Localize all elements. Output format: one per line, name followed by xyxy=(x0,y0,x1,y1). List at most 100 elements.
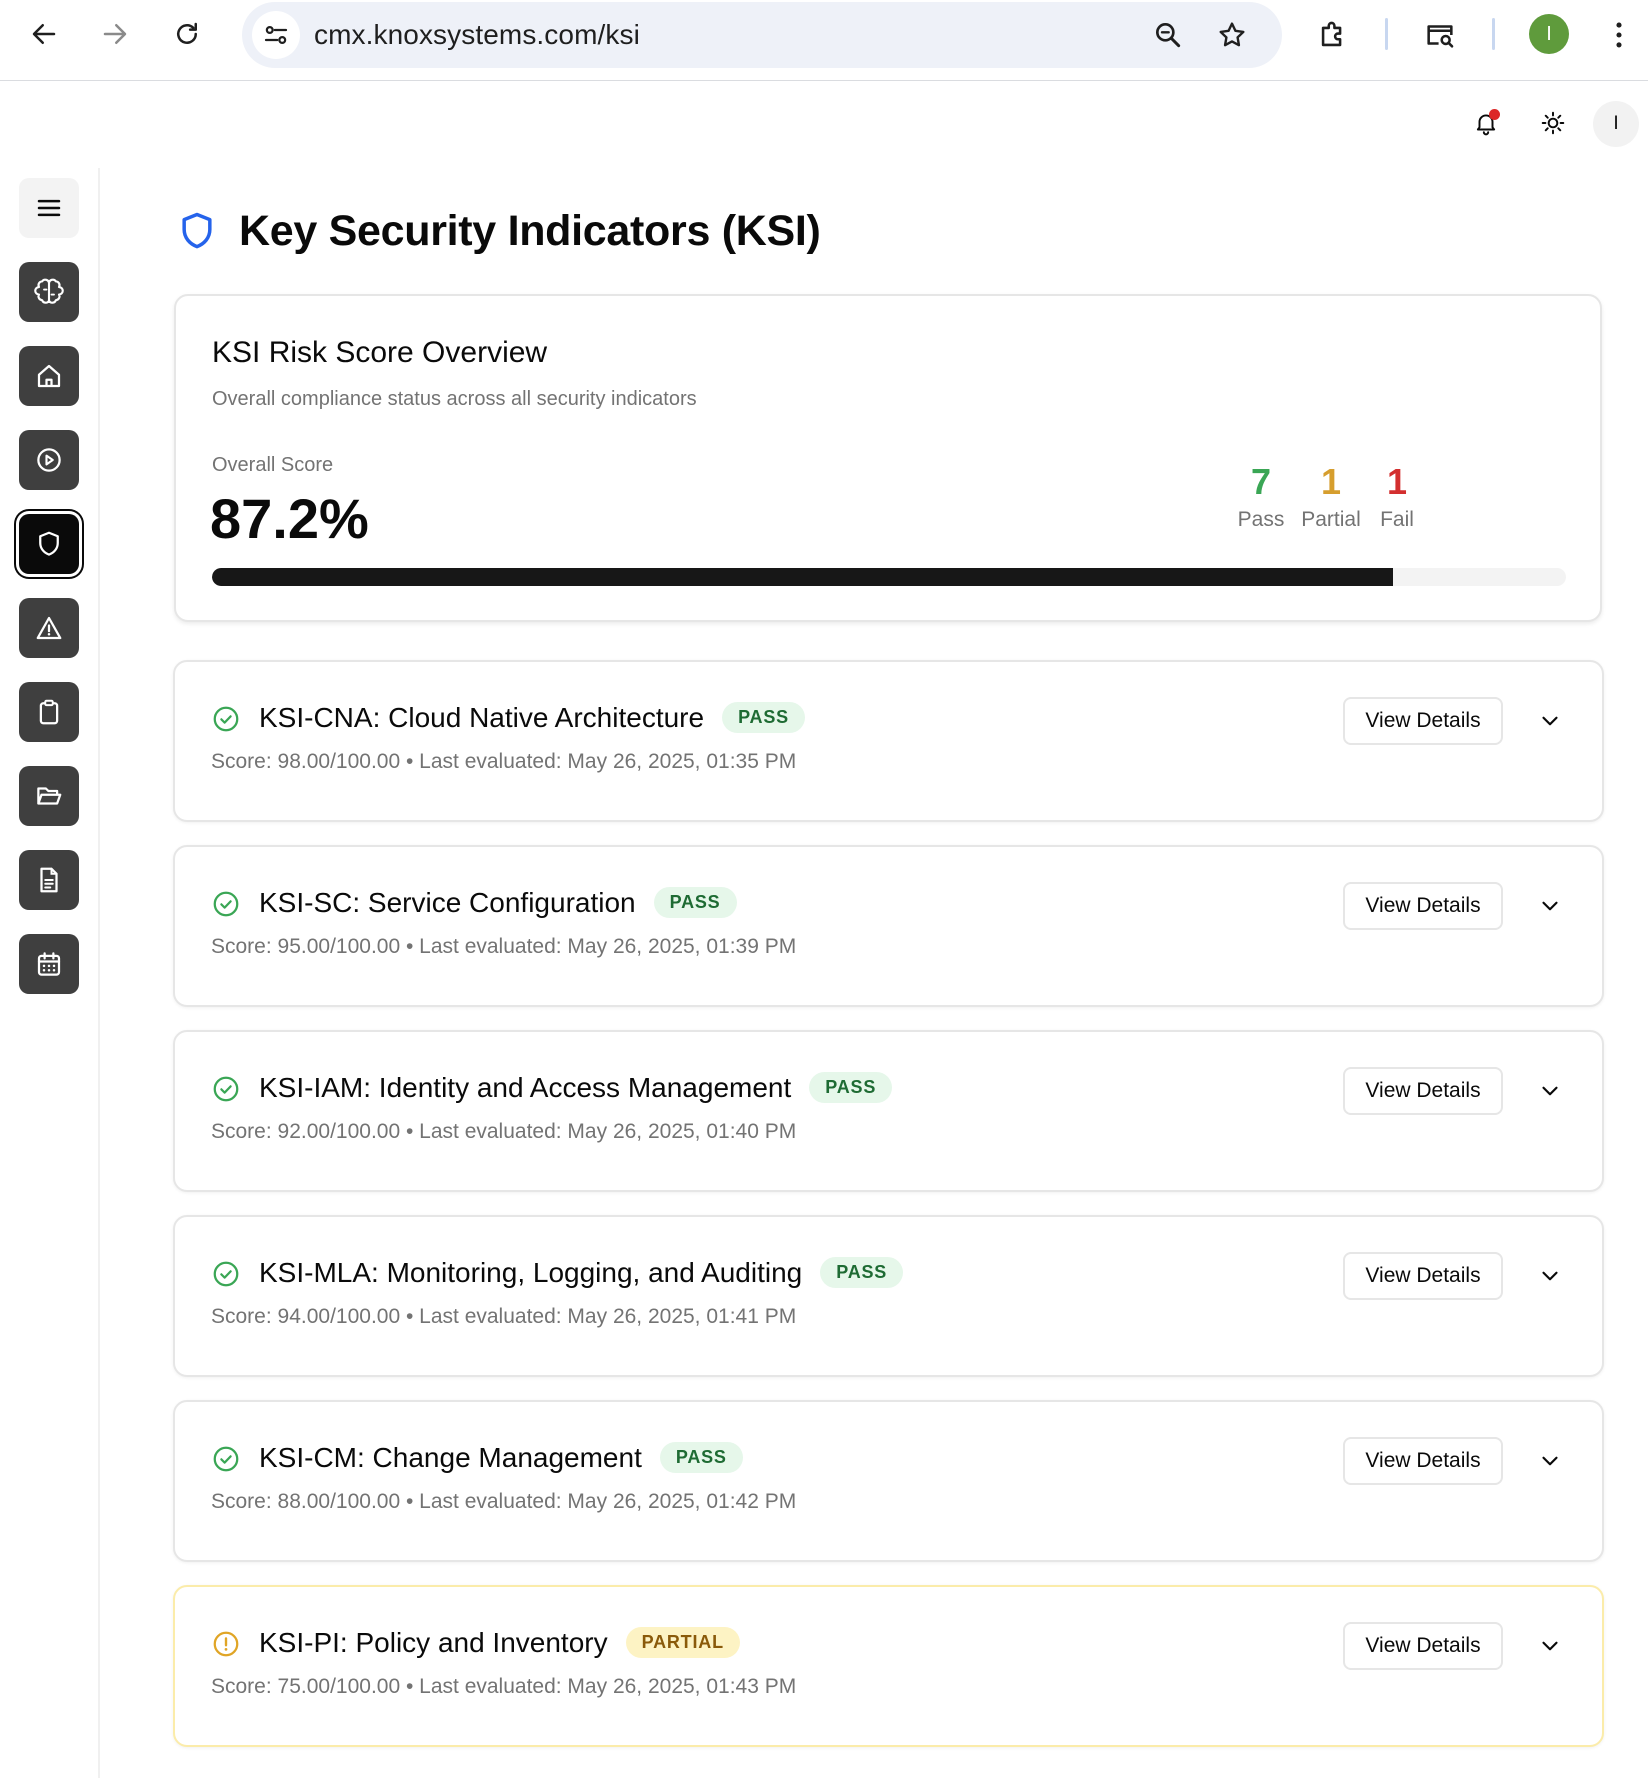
sidebar-item-files[interactable] xyxy=(19,766,79,826)
puzzle-icon xyxy=(1321,21,1342,47)
view-details-button[interactable]: View Details xyxy=(1343,697,1503,745)
status-badge: PASS xyxy=(659,1442,743,1473)
alert-triangle-icon xyxy=(36,616,62,640)
browser-menu-button[interactable] xyxy=(1597,13,1641,57)
ksi-meta: Score: 95.00/100.00 • Last evaluated: Ma… xyxy=(211,935,797,958)
ksi-meta: Score: 98.00/100.00 • Last evaluated: Ma… xyxy=(211,750,797,773)
chevron-down-icon[interactable] xyxy=(1537,708,1563,734)
sidebar-item-ai[interactable] xyxy=(19,262,79,322)
sidebar-item-alerts[interactable] xyxy=(19,598,79,658)
alert-circle-icon xyxy=(213,1631,239,1657)
overview-subtitle: Overall compliance status across all sec… xyxy=(212,388,697,410)
ksi-card[interactable]: KSI-IAM: Identity and Access Management P… xyxy=(173,1030,1604,1192)
status-badge: PASS xyxy=(809,1072,893,1103)
ksi-title: KSI-PI: Policy and Inventory xyxy=(259,1627,608,1658)
ksi-title-row: KSI-CNA: Cloud Native Architecture PASS xyxy=(259,702,805,734)
fail-stat: 1 Fail xyxy=(1372,462,1422,532)
toolbar-separator xyxy=(1492,18,1495,50)
ksi-card[interactable]: KSI-CM: Change Management PASS Score: 88.0… xyxy=(173,1400,1604,1562)
ksi-meta: Score: 75.00/100.00 • Last evaluated: Ma… xyxy=(211,1675,797,1698)
chevron-down-icon[interactable] xyxy=(1537,893,1563,919)
sidebar-menu-toggle[interactable] xyxy=(19,178,79,238)
tune-icon xyxy=(264,25,288,44)
check-circle-icon xyxy=(213,1446,239,1472)
fail-label: Fail xyxy=(1380,508,1414,531)
chevron-down-icon[interactable] xyxy=(1537,1448,1563,1474)
notification-dot xyxy=(1489,109,1500,120)
status-badge: PARTIAL xyxy=(625,1627,740,1658)
ksi-title-row: KSI-MLA: Monitoring, Logging, and Auditi… xyxy=(259,1257,904,1289)
zoom-icon xyxy=(1156,22,1181,48)
shield-icon xyxy=(182,212,212,249)
arrow-left-icon xyxy=(32,24,56,44)
ksi-meta: Score: 88.00/100.00 • Last evaluated: Ma… xyxy=(211,1490,797,1513)
back-button[interactable] xyxy=(20,10,68,58)
zoom-button[interactable] xyxy=(1148,15,1188,55)
sidebar-item-home[interactable] xyxy=(19,346,79,406)
partial-count: 1 xyxy=(1320,461,1342,502)
pass-stat: 7 Pass xyxy=(1236,462,1286,532)
pass-count: 7 xyxy=(1250,461,1272,502)
status-badge: PASS xyxy=(722,702,805,733)
check-circle-icon xyxy=(213,1076,239,1102)
check-circle-icon xyxy=(213,1261,239,1287)
ksi-meta: Score: 94.00/100.00 • Last evaluated: Ma… xyxy=(211,1305,797,1328)
forward-button[interactable] xyxy=(91,10,139,58)
ksi-title: KSI-CM: Change Management xyxy=(259,1442,642,1473)
extensions-button[interactable] xyxy=(1311,13,1355,57)
url-text[interactable]: cmx.knoxsystems.com/ksi xyxy=(314,19,640,51)
ksi-card[interactable]: KSI-SC: Service Configuration PASS Score: … xyxy=(173,845,1604,1007)
ksi-title-row: KSI-PI: Policy and Inventory PARTIAL xyxy=(259,1627,740,1659)
arrow-right-icon xyxy=(103,24,127,44)
pass-label: Pass xyxy=(1237,508,1285,531)
status-badge: PASS xyxy=(820,1257,904,1288)
overall-score-value: 87.2% xyxy=(210,487,369,550)
brain-icon xyxy=(34,278,64,304)
profile-avatar[interactable]: I xyxy=(1529,14,1569,54)
ksi-title-row: KSI-SC: Service Configuration PASS xyxy=(259,887,737,919)
view-details-button[interactable]: View Details xyxy=(1343,1622,1503,1670)
check-circle-icon xyxy=(213,706,239,732)
overview-title: KSI Risk Score Overview xyxy=(212,336,548,369)
user-avatar[interactable]: I xyxy=(1593,101,1639,147)
view-details-button[interactable]: View Details xyxy=(1343,1067,1503,1115)
sun-icon xyxy=(1541,111,1565,135)
home-icon xyxy=(37,364,61,388)
chevron-down-icon[interactable] xyxy=(1537,1263,1563,1289)
sidebar-item-calendar[interactable] xyxy=(19,934,79,994)
page-header: Key Security Indicators (KSI) xyxy=(175,203,821,259)
reload-button[interactable] xyxy=(163,10,211,58)
notifications-button[interactable] xyxy=(1462,99,1510,147)
sidebar-item-ksi[interactable] xyxy=(19,514,79,574)
fail-count: 1 xyxy=(1386,461,1408,502)
ksi-title: KSI-MLA: Monitoring, Logging, and Auditi… xyxy=(259,1257,803,1288)
chevron-down-icon[interactable] xyxy=(1537,1078,1563,1104)
sidebar-item-reports[interactable] xyxy=(19,850,79,910)
shield-icon xyxy=(39,531,59,556)
ksi-card[interactable]: KSI-PI: Policy and Inventory PARTIAL Score… xyxy=(173,1585,1604,1747)
chevron-down-icon[interactable] xyxy=(1537,1633,1563,1659)
address-bar[interactable]: cmx.knoxsystems.com/ksi xyxy=(242,2,1282,68)
partial-stat: 1 Partial xyxy=(1294,462,1368,532)
calendar-icon xyxy=(37,952,61,976)
ksi-card[interactable]: KSI-CNA: Cloud Native Architecture PASS Sc… xyxy=(173,660,1604,822)
sidebar xyxy=(0,168,100,1778)
bookmark-button[interactable] xyxy=(1212,15,1252,55)
sidebar-item-play[interactable] xyxy=(19,430,79,490)
view-details-button[interactable]: View Details xyxy=(1343,1437,1503,1485)
ksi-title: KSI-SC: Service Configuration xyxy=(259,887,636,918)
overall-score-progress-fill xyxy=(212,568,1393,586)
view-details-button[interactable]: View Details xyxy=(1343,882,1503,930)
view-details-button[interactable]: View Details xyxy=(1343,1252,1503,1300)
overall-score-progress xyxy=(212,568,1566,586)
site-info-button[interactable] xyxy=(252,11,300,59)
ksi-title: KSI-CNA: Cloud Native Architecture xyxy=(259,702,705,733)
app-header xyxy=(0,82,1648,168)
browser-toolbar: cmx.knoxsystems.com/ksi I xyxy=(0,0,1648,81)
sidebar-item-tasks[interactable] xyxy=(19,682,79,742)
theme-toggle-button[interactable] xyxy=(1529,99,1577,147)
tab-search-button[interactable] xyxy=(1418,13,1462,57)
file-text-icon xyxy=(40,867,58,893)
ksi-card[interactable]: KSI-MLA: Monitoring, Logging, and Auditi… xyxy=(173,1215,1604,1377)
page-title: Key Security Indicators (KSI) xyxy=(239,206,821,255)
